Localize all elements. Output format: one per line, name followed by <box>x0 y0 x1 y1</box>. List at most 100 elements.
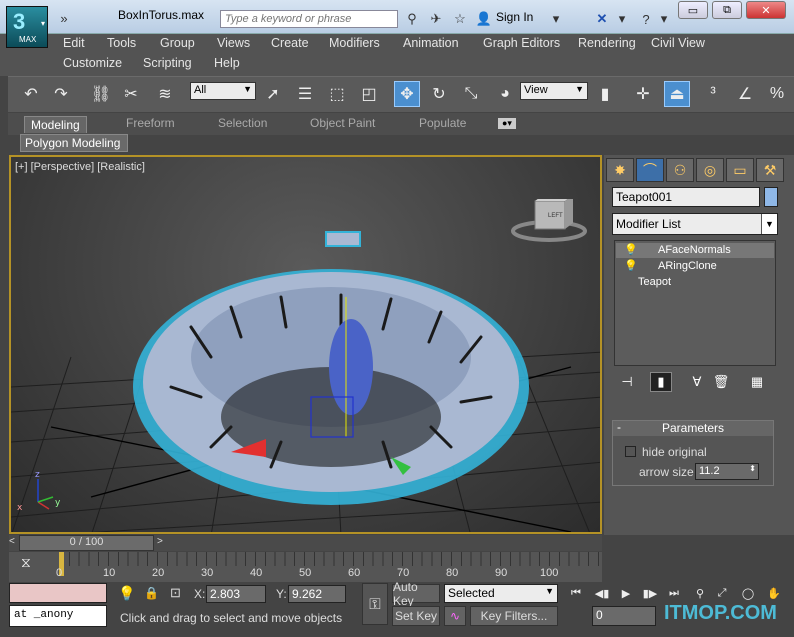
hide-original-checkbox[interactable]: hide original <box>625 445 707 459</box>
polygon-modeling-panel[interactable]: Polygon Modeling <box>20 134 128 152</box>
unlink-icon[interactable]: ✂ <box>118 81 144 107</box>
curve-editor-icon[interactable]: ⧖ <box>21 554 31 571</box>
remove-modifier-icon[interactable]: 🗑 <box>710 372 732 392</box>
modifier-list-combo[interactable]: Modifier List ▼ <box>612 213 778 235</box>
utilities-tab-icon[interactable]: ⚒ <box>756 158 784 182</box>
percent-snap-icon[interactable]: % <box>764 81 790 107</box>
tab-freeform[interactable]: Freeform <box>126 116 175 130</box>
bind-space-warp-icon[interactable]: ≋ <box>152 81 178 107</box>
pivot-center-icon[interactable]: ▮ <box>592 81 618 107</box>
select-and-move-icon[interactable]: ✥ <box>394 81 420 107</box>
viewcube[interactable]: LEFT <box>509 195 599 249</box>
key-filters-button[interactable]: Key Filters... <box>470 606 558 626</box>
menu-civil-view[interactable]: Civil View <box>651 36 705 50</box>
exchange-icon[interactable]: ✕ <box>592 9 612 29</box>
create-tab-icon[interactable]: ✸ <box>606 158 634 182</box>
menu-modifiers[interactable]: Modifiers <box>329 36 380 50</box>
motion-tab-icon[interactable]: ◎ <box>696 158 724 182</box>
go-to-end-icon[interactable]: ⏭ <box>664 584 684 602</box>
favorites-star-icon[interactable]: ☆ <box>450 9 470 29</box>
window-crossing-icon[interactable]: ◰ <box>356 81 382 107</box>
spinner-arrows-icon[interactable]: ⬍ <box>749 464 756 473</box>
menu-scripting[interactable]: Scripting <box>143 56 192 70</box>
pan-view-icon[interactable]: ✋ <box>764 584 784 602</box>
sign-in-dropdown-icon[interactable]: ▾ <box>546 9 566 29</box>
menu-animation[interactable]: Animation <box>403 36 459 50</box>
set-key-mode-icon[interactable]: ⚿ <box>362 583 388 625</box>
selection-lock-icon[interactable]: 🔒 <box>144 586 159 600</box>
auto-key-button[interactable]: Auto Key <box>392 580 440 608</box>
select-object-icon[interactable]: ➚ <box>260 81 286 107</box>
help-dropdown-icon[interactable]: ▾ <box>654 9 674 29</box>
field-of-view-icon[interactable]: ◯ <box>738 584 758 602</box>
next-frame-icon[interactable]: > <box>157 536 163 547</box>
previous-frame-icon[interactable]: < <box>9 536 15 547</box>
stack-item-aringclone[interactable]: 💡 ARingClone <box>616 259 774 274</box>
select-manipulate-icon[interactable]: ✛ <box>630 81 656 107</box>
selection-filter-combo[interactable]: All ▼ <box>190 82 256 100</box>
maxscript-mini-listener[interactable]: at _anony <box>9 605 107 627</box>
sign-in-link[interactable]: Sign In <box>496 10 533 24</box>
link-icon[interactable]: ⛓ <box>88 81 114 107</box>
redo-icon[interactable]: ↷ <box>48 81 74 107</box>
search-input[interactable] <box>220 10 398 28</box>
select-and-place-icon[interactable]: ◕ <box>492 81 518 107</box>
tab-modeling[interactable]: Modeling <box>24 116 87 133</box>
snaps-toggle-icon[interactable]: ³ <box>700 81 726 107</box>
track-bar[interactable]: ⧖ 0 10 20 30 40 50 60 70 80 90 100 <box>9 552 604 582</box>
make-unique-icon[interactable]: ∀ <box>686 372 708 392</box>
tab-populate[interactable]: Populate <box>419 116 466 130</box>
object-color-swatch[interactable] <box>764 187 778 207</box>
exchange-dropdown-icon[interactable]: ▾ <box>612 9 632 29</box>
display-tab-icon[interactable]: ▭ <box>726 158 754 182</box>
application-button[interactable]: 3 MAX ▾ <box>6 6 48 48</box>
menu-customize[interactable]: Customize <box>63 56 122 70</box>
menu-tools[interactable]: Tools <box>107 36 136 50</box>
close-button[interactable]: ✕ <box>746 1 786 19</box>
rollout-header[interactable]: - Parameters <box>613 420 773 436</box>
key-selection-combo[interactable]: Selected ▼ <box>444 584 558 603</box>
restore-button[interactable]: ⧉ <box>712 1 742 19</box>
keyboard-shortcut-override-icon[interactable]: ⏏ <box>664 81 690 107</box>
stack-item-afacenormals[interactable]: 💡 AFaceNormals <box>616 243 774 258</box>
subscription-icon[interactable]: ✈ <box>426 9 446 29</box>
stack-item-teapot[interactable]: Teapot <box>616 275 774 290</box>
menu-views[interactable]: Views <box>217 36 250 50</box>
play-icon[interactable]: ▶ <box>616 584 636 602</box>
object-name-field[interactable]: Teapot001 <box>612 187 760 207</box>
binoculars-icon[interactable]: ⚲ <box>402 9 422 29</box>
configure-modifier-sets-icon[interactable]: ▦ <box>746 372 768 392</box>
set-key-button[interactable]: Set Key <box>392 606 440 626</box>
minimize-button[interactable]: ▭ <box>678 1 708 19</box>
isolate-selection-icon[interactable]: 💡 <box>118 585 135 602</box>
go-to-start-icon[interactable]: ⏮ <box>566 584 586 602</box>
previous-key-icon[interactable]: ◀▮ <box>592 584 612 602</box>
pin-stack-icon[interactable]: ⊣ <box>616 372 638 392</box>
menu-group[interactable]: Group <box>160 36 195 50</box>
tab-object-paint[interactable]: Object Paint <box>310 116 375 130</box>
x-coord-input[interactable]: 2.803 <box>206 585 266 603</box>
perspective-viewport[interactable]: z x y [+] [Perspective] [Realistic] LEFT <box>9 155 602 534</box>
menu-graph-editors[interactable]: Graph Editors <box>483 36 560 50</box>
viewport-label[interactable]: [+] [Perspective] [Realistic] <box>15 161 145 173</box>
absolute-offset-mode-icon[interactable]: ⊡ <box>170 585 181 601</box>
rectangle-selection-icon[interactable]: ⬚ <box>324 81 350 107</box>
angle-snap-icon[interactable]: ∠ <box>732 81 758 107</box>
menu-help[interactable]: Help <box>214 56 240 70</box>
hierarchy-tab-icon[interactable]: ⚇ <box>666 158 694 182</box>
select-and-rotate-icon[interactable]: ↻ <box>426 81 452 107</box>
help-icon[interactable]: ? <box>636 9 656 29</box>
zoom-icon[interactable]: ⚲ <box>690 584 710 602</box>
y-coord-input[interactable]: 9.262 <box>288 585 346 603</box>
menu-edit[interactable]: Edit <box>63 36 85 50</box>
quick-access-dropdown-icon[interactable]: » <box>54 8 74 28</box>
modify-tab-icon[interactable]: ⌒ <box>636 158 664 182</box>
default-tangents-icon[interactable]: ∿ <box>444 606 466 626</box>
menu-rendering[interactable]: Rendering <box>578 36 636 50</box>
lightbulb-icon[interactable]: 💡 <box>624 259 638 272</box>
tab-selection[interactable]: Selection <box>218 116 267 130</box>
lightbulb-icon[interactable]: 💡 <box>624 243 638 256</box>
undo-icon[interactable]: ↶ <box>18 81 44 107</box>
select-and-scale-icon[interactable]: ⤡ <box>458 81 484 107</box>
ribbon-options-dropdown-icon[interactable]: ●▾ <box>498 118 516 129</box>
